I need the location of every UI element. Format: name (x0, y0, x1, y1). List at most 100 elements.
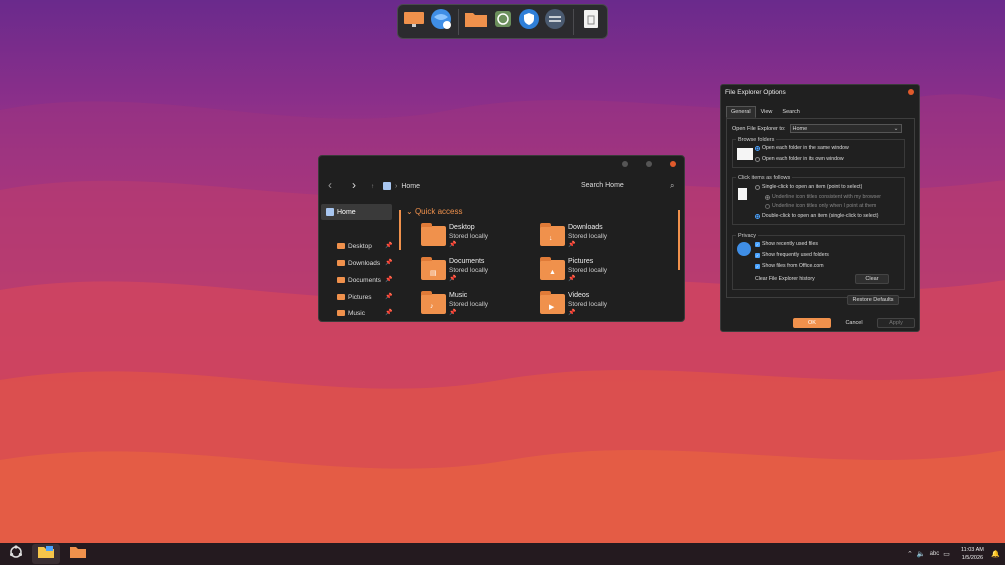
minimize-button[interactable] (622, 161, 628, 167)
tile-pictures[interactable]: ▲ Pictures Stored locally 📌 (540, 257, 650, 290)
dock-security[interactable] (517, 9, 541, 35)
search-input[interactable]: Search Home (581, 182, 624, 189)
radio-label: Underline icon titles consistent with my… (772, 194, 881, 200)
folder-icon (337, 277, 345, 283)
tile-videos[interactable]: ▶ Videos Stored locally 📌 (540, 291, 650, 321)
sidebar-item-desktop[interactable]: Desktop 📌 (319, 239, 395, 253)
speaker-icon[interactable]: 🔈 (917, 550, 926, 558)
sidebar-item-home[interactable]: Home (321, 204, 392, 220)
tab-search[interactable]: Search (777, 106, 804, 118)
address-bar[interactable]: › Home (383, 182, 420, 190)
tile-music[interactable]: ♪ Music Stored locally 📌 (421, 291, 531, 321)
shield-icon (518, 8, 540, 35)
close-button[interactable] (670, 161, 676, 167)
clock-date: 1/5/2026 (961, 555, 984, 561)
settings-toggle-icon (544, 8, 566, 35)
sidebar-item-label: Pictures (348, 293, 372, 301)
privacy-group: Privacy ✓ Show recently used files ✓ Sho… (732, 233, 905, 290)
recycle-bin-icon (582, 8, 600, 35)
network-icon[interactable]: ▭ (943, 550, 950, 558)
pictures-folder-icon: ▲ (540, 257, 565, 280)
start-button[interactable] (2, 544, 30, 564)
tile-documents[interactable]: ▤ Documents Stored locally 📌 (421, 257, 531, 290)
sidebar-item-downloads[interactable]: Downloads 📌 (319, 256, 395, 270)
open-to-row: Open File Explorer to: Home ⌄ (732, 124, 902, 133)
radio-double-click[interactable]: Double-click to open an item (single-cli… (755, 213, 878, 219)
check-recent-files[interactable]: ✓ Show recently used files (755, 241, 818, 247)
clear-button[interactable]: Clear (855, 274, 889, 284)
sidebar-item-label: Documents (348, 276, 381, 284)
checkbox-checked: ✓ (755, 252, 760, 258)
pin-icon: 📌 (449, 310, 457, 316)
tile-desktop[interactable]: Desktop Stored locally 📌 (421, 223, 531, 256)
dock-browser[interactable] (428, 9, 452, 35)
sidebar-item-label: Music (348, 309, 365, 317)
tab-view[interactable]: View (756, 106, 778, 118)
folder-icon (337, 294, 345, 300)
sidebar-item-music[interactable]: Music 📌 (319, 306, 395, 320)
pin-icon: 📌 (385, 260, 393, 266)
check-frequent-folders[interactable]: ✓ Show frequently used folders (755, 252, 829, 258)
check-office-files[interactable]: ✓ Show files from Office.com (755, 263, 824, 269)
taskbar-clock[interactable]: 11:03 AM 1/5/2026 (961, 546, 984, 562)
dock-media[interactable] (490, 9, 514, 35)
taskbar-file-manager[interactable] (32, 544, 60, 564)
sidebar-item-pictures[interactable]: Pictures 📌 (319, 290, 395, 304)
quick-access-header[interactable]: ⌄ Quick access (406, 207, 463, 216)
home-icon (383, 182, 391, 190)
file-explorer-window: ‹ › ↑ › Home Search Home ⌕ Home Desktop … (318, 155, 685, 322)
sidebar-item-documents[interactable]: Documents 📌 (319, 273, 395, 287)
breadcrumb-chevron-icon: › (395, 182, 398, 190)
check-label: Show files from Office.com (762, 263, 824, 269)
radio-label: Double-click to open an item (single-cli… (762, 213, 879, 219)
back-arrow-icon[interactable]: ‹ (328, 178, 332, 192)
tile-downloads[interactable]: ↓ Downloads Stored locally 📌 (540, 223, 650, 256)
clear-history-label: Clear File Explorer history (755, 276, 815, 282)
taskbar-explorer[interactable] (64, 544, 92, 564)
file-explorer-options-dialog: File Explorer Options General View Searc… (720, 84, 920, 332)
tile-status: Stored locally (568, 301, 608, 308)
open-to-value: Home (792, 125, 808, 132)
radio-label: Open each folder in its own window (762, 156, 844, 162)
radio-single-click[interactable]: Single-click to open an item (point to s… (755, 184, 862, 190)
radio-own-window[interactable]: Open each folder in its own window (755, 156, 844, 162)
folder-icon (69, 545, 87, 564)
close-button[interactable] (908, 89, 914, 95)
pin-icon: 📌 (385, 243, 393, 249)
notification-bell-icon[interactable]: 🔔 (991, 550, 1000, 558)
radio-underline-browser[interactable]: Underline icon titles consistent with my… (765, 194, 881, 200)
tile-status: Stored locally (568, 267, 608, 274)
radio-dot (755, 145, 760, 151)
music-folder-icon: ♪ (421, 291, 446, 314)
dock (397, 4, 608, 39)
group-label: Click items as follows (736, 175, 793, 181)
radio-dot (765, 203, 770, 209)
maximize-button[interactable] (646, 161, 652, 167)
browse-folders-icon (737, 148, 753, 160)
radio-underline-point[interactable]: Underline icon titles only when I point … (765, 203, 876, 209)
scrollbar[interactable] (678, 210, 680, 270)
dock-monitor[interactable] (402, 9, 426, 35)
browse-folders-group: Browse folders Open each folder in the s… (732, 137, 905, 168)
search-icon[interactable]: ⌕ (670, 181, 674, 191)
dock-recycle-bin[interactable] (579, 9, 603, 35)
ok-button[interactable]: OK (793, 318, 831, 328)
apply-button[interactable]: Apply (877, 318, 915, 328)
pin-icon: 📌 (568, 310, 576, 316)
chevron-up-icon[interactable]: ⌃ (907, 550, 913, 558)
open-to-select[interactable]: Home ⌄ (789, 124, 902, 133)
forward-arrow-icon[interactable]: › (352, 178, 356, 192)
dock-settings[interactable] (543, 9, 567, 35)
navigation-pane: Home Desktop 📌 Downloads 📌 Documents 📌 P… (319, 202, 397, 321)
cancel-button[interactable]: Cancel (836, 318, 872, 328)
ime-indicator-icon[interactable]: abc (930, 551, 940, 557)
dock-files[interactable] (464, 9, 488, 35)
radio-same-window[interactable]: Open each folder in the same window (755, 145, 849, 151)
group-label: Privacy (736, 233, 759, 239)
taskbar: ⌃ 🔈 abc ▭ 11:03 AM 1/5/2026 🔔 (0, 543, 1005, 565)
up-arrow-icon[interactable]: ↑ (371, 184, 374, 190)
folder-icon (37, 545, 55, 564)
folder-icon (337, 310, 345, 316)
restore-defaults-button[interactable]: Restore Defaults (847, 295, 899, 305)
tab-general[interactable]: General (726, 106, 756, 118)
